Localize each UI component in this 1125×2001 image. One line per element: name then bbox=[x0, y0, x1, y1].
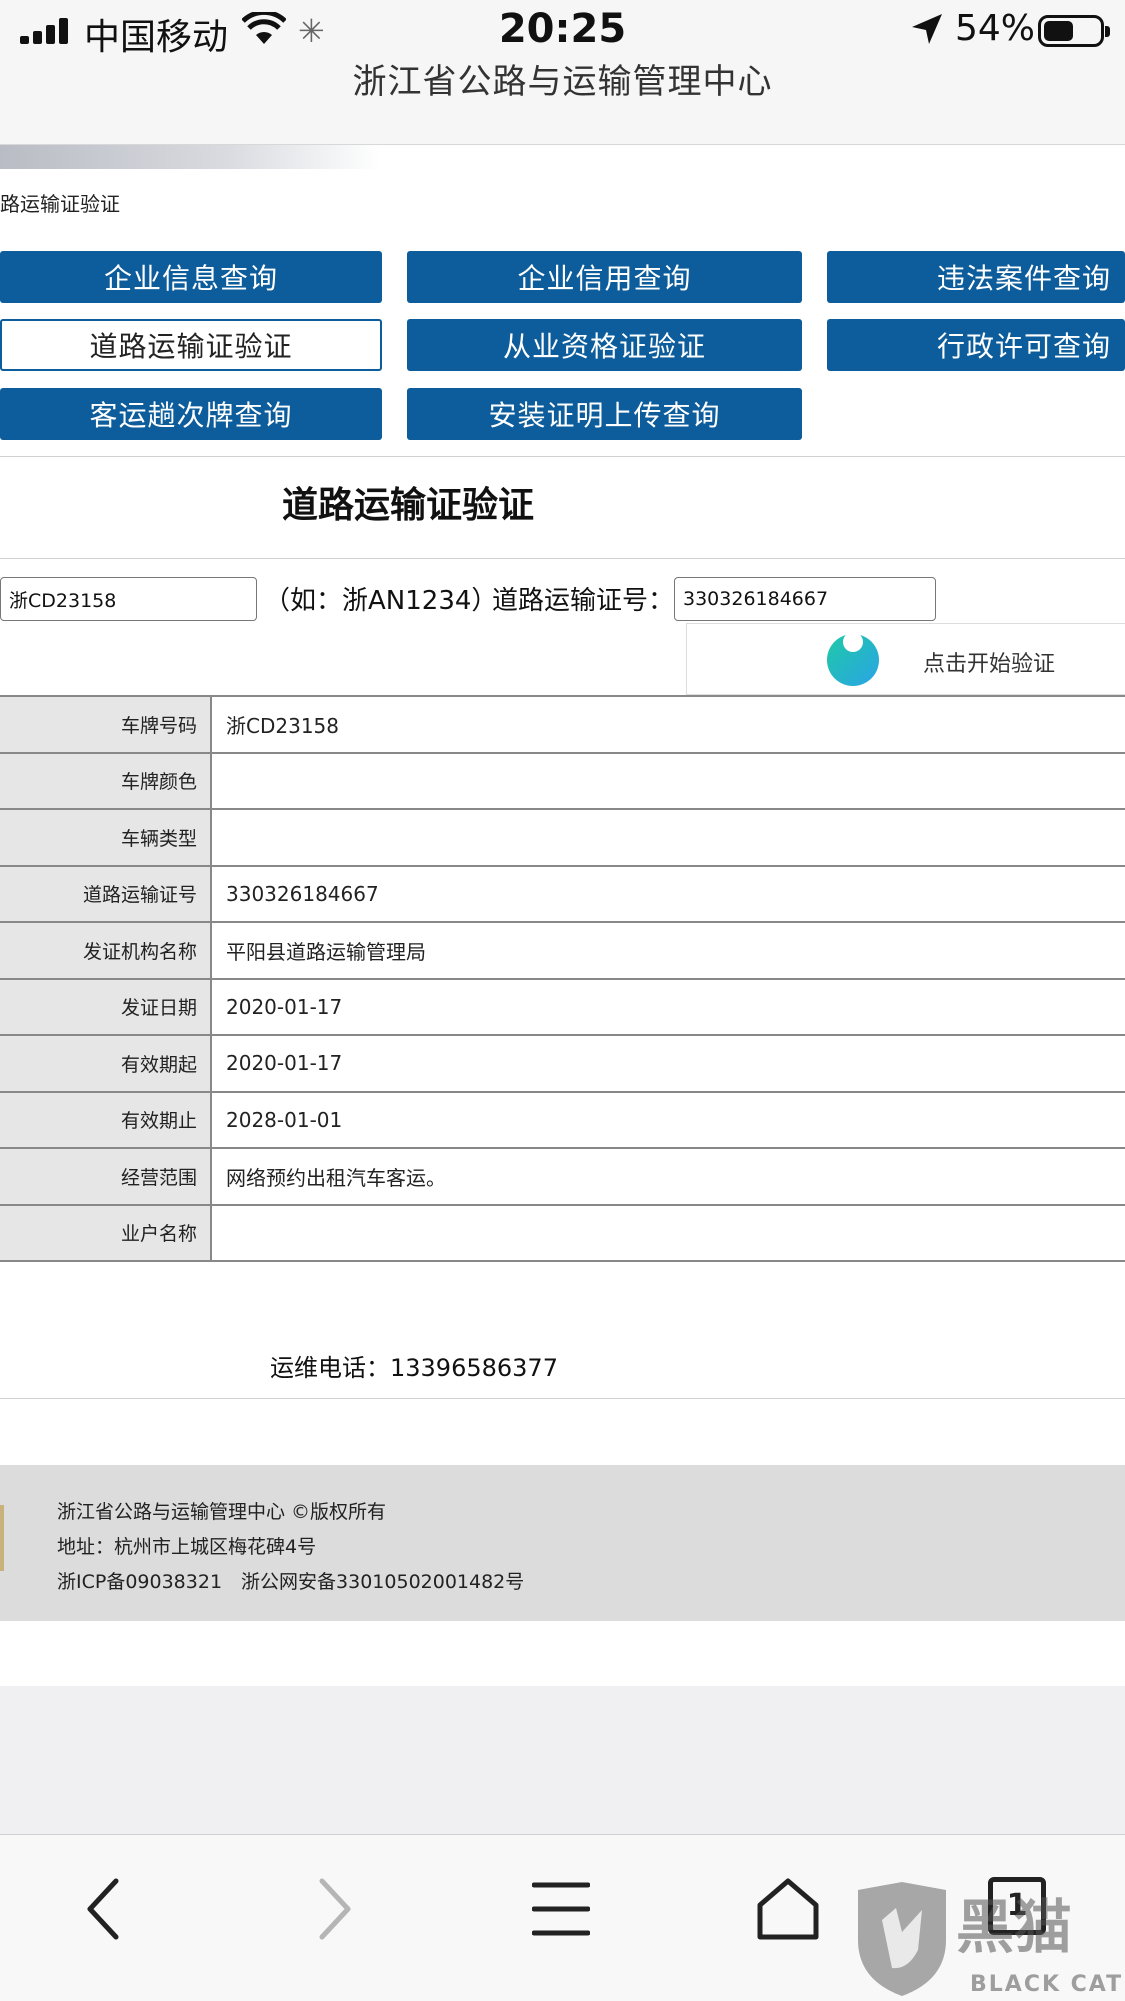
row-value: 2020-01-17 bbox=[226, 994, 343, 1019]
nav-install-certificate-button[interactable]: 安装证明上传查询 bbox=[407, 388, 802, 440]
row-label: 道路运输证号 bbox=[0, 866, 212, 921]
browser-header: 中国移动 ✳ 20:25 54% 浙江省公路与运输管理中心 bbox=[0, 0, 1125, 145]
table-row: 发证机构名称 平阳县道路运输管理局 bbox=[0, 923, 1125, 980]
divider bbox=[0, 456, 1125, 457]
page-bottom-area bbox=[0, 1686, 1125, 1834]
forward-icon[interactable] bbox=[312, 1877, 356, 1941]
plate-number-input[interactable]: 浙CD23158 bbox=[0, 577, 257, 621]
table-row: 发证日期 2020-01-17 bbox=[0, 979, 1125, 1036]
row-value: 浙CD23158 bbox=[226, 713, 339, 738]
cert-number-label: 道路运输证号： bbox=[492, 586, 675, 616]
table-row: 有效期起 2020-01-17 bbox=[0, 1036, 1125, 1093]
row-value: 330326184667 bbox=[226, 881, 379, 906]
table-row: 车牌号码 浙CD23158 bbox=[0, 697, 1125, 754]
menu-icon[interactable] bbox=[532, 1877, 590, 1941]
nav-qualification-cert-button[interactable]: 从业资格证验证 bbox=[407, 319, 802, 371]
nav-road-transport-cert-button[interactable]: 道路运输证验证 bbox=[0, 319, 382, 371]
divider bbox=[0, 558, 1125, 559]
table-row: 业户名称 bbox=[0, 1205, 1125, 1262]
result-table: 车牌号码 浙CD23158 车牌颜色 车辆类型 道路运输证号 330326184667 发证… bbox=[0, 695, 1125, 1262]
nav-enterprise-credit-button[interactable]: 企业信用查询 bbox=[407, 251, 802, 303]
watermark-subtext: BLACK CAT bbox=[970, 1972, 1124, 1997]
row-label: 有效期止 bbox=[0, 1092, 212, 1147]
site-footer: 浙江省公路与运输管理中心 ©版权所有 地址：杭州市上城区梅花碑4号 浙ICP备0… bbox=[0, 1465, 1125, 1621]
nav-passenger-trip-plate-button[interactable]: 客运趟次牌查询 bbox=[0, 388, 382, 440]
row-label: 发证日期 bbox=[0, 979, 212, 1034]
footer-address: 地址：杭州市上城区梅花碑4号 bbox=[57, 1536, 317, 1558]
table-row: 车牌颜色 bbox=[0, 753, 1125, 810]
home-icon[interactable] bbox=[756, 1877, 820, 1941]
page-title: 浙江省公路与运输管理中心 bbox=[352, 62, 773, 102]
table-row: 有效期止 2028-01-01 bbox=[0, 1092, 1125, 1149]
footer-icp: 浙ICP备09038321 浙公网安备33010502001482号 bbox=[57, 1571, 525, 1593]
table-row: 道路运输证号 330326184667 bbox=[0, 866, 1125, 923]
table-row: 经营范围 网络预约出租汽车客运。 bbox=[0, 1149, 1125, 1206]
battery-fill bbox=[1044, 21, 1074, 41]
form-title: 道路运输证验证 bbox=[282, 485, 535, 526]
nav-admin-license-button[interactable]: 行政许可查询 bbox=[827, 319, 1125, 371]
nav-enterprise-info-button[interactable]: 企业信息查询 bbox=[0, 251, 382, 303]
back-icon[interactable] bbox=[82, 1877, 126, 1941]
battery-percent: 54% bbox=[955, 8, 1036, 49]
row-value: 网络预约出租汽车客运。 bbox=[226, 1165, 446, 1190]
row-label: 业户名称 bbox=[0, 1205, 212, 1260]
row-value: 平阳县道路运输管理局 bbox=[226, 939, 426, 964]
row-label: 经营范围 bbox=[0, 1149, 212, 1204]
row-value: 2020-01-17 bbox=[226, 1051, 343, 1076]
captcha-verify-label: 点击开始验证 bbox=[923, 652, 1056, 677]
status-bar: 中国移动 ✳ 20:25 54% bbox=[0, 0, 1125, 60]
plate-hint: （如：浙AN1234） bbox=[264, 586, 498, 616]
row-label: 车牌号码 bbox=[0, 697, 212, 752]
cat-shield-icon bbox=[858, 1882, 946, 1996]
row-label: 有效期起 bbox=[0, 1036, 212, 1091]
table-row: 车辆类型 bbox=[0, 810, 1125, 867]
ops-phone: 运维电话：13396586377 bbox=[270, 1354, 558, 1382]
breadcrumb: 路运输证验证 bbox=[0, 192, 120, 216]
cert-number-input[interactable]: 330326184667 bbox=[674, 577, 936, 621]
watermark-text: 黑猫 bbox=[956, 1893, 1073, 1961]
black-cat-watermark: 黑猫 BLACK CAT bbox=[852, 1880, 1125, 2001]
captcha-verify-button[interactable]: 点击开始验证 bbox=[686, 623, 1125, 695]
divider bbox=[0, 1398, 1125, 1399]
captcha-logo-icon bbox=[827, 632, 879, 686]
location-arrow-icon bbox=[912, 14, 942, 44]
battery-icon bbox=[1038, 15, 1110, 47]
row-label: 车牌颜色 bbox=[0, 753, 212, 808]
header-banner-image bbox=[0, 145, 380, 169]
footer-copyright: 浙江省公路与运输管理中心 ©版权所有 bbox=[57, 1501, 387, 1523]
row-label: 车辆类型 bbox=[0, 810, 212, 865]
nav-violation-case-button[interactable]: 违法案件查询 bbox=[827, 251, 1125, 303]
row-value: 2028-01-01 bbox=[226, 1107, 343, 1132]
row-label: 发证机构名称 bbox=[0, 923, 212, 978]
footer-logo-edge bbox=[0, 1505, 4, 1571]
